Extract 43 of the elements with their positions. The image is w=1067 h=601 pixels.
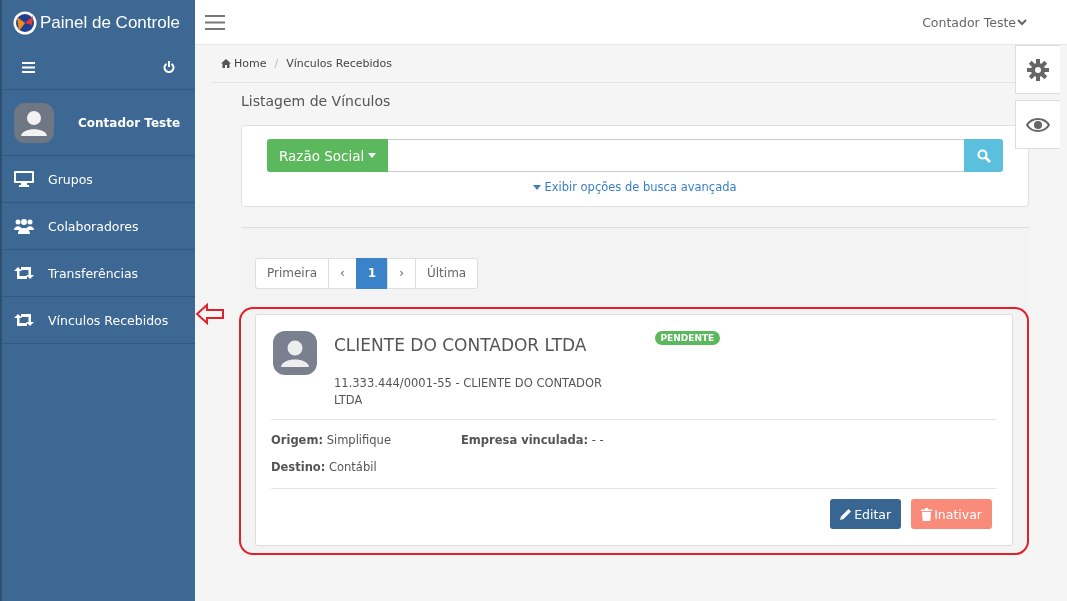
menu-icon[interactable]	[22, 61, 35, 73]
avatar-icon	[273, 331, 317, 375]
status-badge: PENDENTE	[654, 331, 721, 345]
visibility-button[interactable]	[1015, 100, 1060, 149]
pagination-link[interactable]: Última	[415, 258, 479, 289]
menu-icon[interactable]	[205, 14, 225, 30]
brand-title: Painel de Controle	[40, 12, 180, 33]
caret-icon	[368, 153, 377, 158]
transfer-icon	[14, 266, 34, 280]
settings-icon	[1027, 58, 1049, 81]
page-title: Listagem de Vínculos	[241, 93, 392, 109]
transfer-icon	[14, 313, 34, 327]
sidebar-item[interactable]: Grupos	[2, 156, 195, 203]
power-icon[interactable]	[163, 61, 175, 73]
advanced-search-link[interactable]: Exibir opções de busca avançada	[533, 180, 737, 194]
chevron-down-icon	[1017, 18, 1027, 26]
user-menu[interactable]: Contador Teste	[916, 13, 1033, 31]
search-icon	[976, 148, 991, 163]
left-arrow-icon	[195, 303, 225, 325]
detail-text: Empresa vinculada: - -	[461, 433, 605, 447]
detail-text: Origem: Simplifique	[271, 433, 392, 447]
avatar-icon	[14, 102, 54, 143]
pagination-link[interactable]: ‹	[328, 258, 357, 289]
eye-icon	[1026, 116, 1050, 133]
breadcrumb-link[interactable]: Vínculos Recebidos	[286, 57, 392, 70]
pagination-link[interactable]: Primeira	[255, 258, 329, 289]
users-icon	[14, 218, 34, 234]
trash-icon	[921, 507, 933, 521]
settings-button[interactable]	[1015, 45, 1060, 94]
user-name: Contador Teste	[78, 115, 181, 130]
client-subtitle: 11.333.444/0001-55 - CLIENTE DO CONTADOR LTDA	[334, 375, 603, 409]
logo-icon	[13, 10, 37, 35]
detail-text: Destino: Contábil	[271, 460, 378, 474]
pencil-icon	[840, 508, 853, 520]
caret-icon	[533, 184, 542, 190]
breadcrumb-link[interactable]: Home	[221, 57, 267, 70]
monitor-icon	[14, 171, 34, 187]
edit-button[interactable]: Editar	[830, 499, 902, 529]
breadcrumb-separator: /	[274, 57, 279, 70]
client-name: CLIENTE DO CONTADOR LTDA	[334, 335, 587, 355]
pagination-link[interactable]: ›	[387, 258, 416, 289]
search-field[interactable]	[388, 139, 964, 172]
home-icon	[221, 59, 231, 68]
